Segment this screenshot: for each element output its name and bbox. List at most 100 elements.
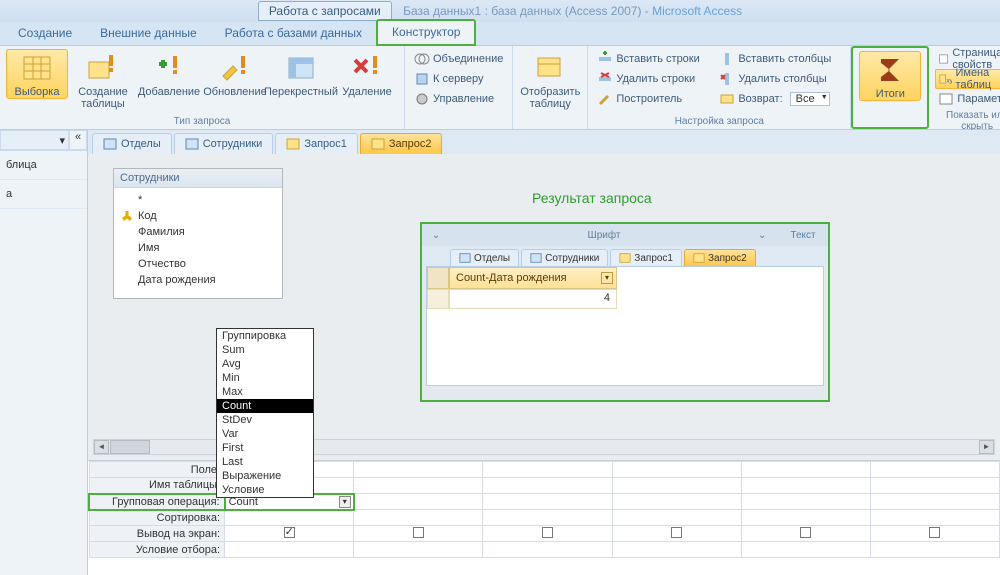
- properties-icon: [938, 51, 949, 67]
- result-cell[interactable]: 4: [449, 289, 617, 309]
- db-name: База данных1 : база данных (Access 2007)…: [403, 4, 649, 18]
- ribbon-tabs: Создание Внешние данные Работа с базами …: [0, 22, 1000, 46]
- show-checkbox[interactable]: [284, 527, 295, 538]
- ribbon: Выборка Создание таблицы Добавление Обно…: [0, 46, 1000, 130]
- chevron-down-icon[interactable]: ▾: [339, 496, 351, 508]
- property-sheet-button[interactable]: Страница свойств: [935, 49, 1000, 69]
- navigation-pane[interactable]: ▾« блица а: [0, 130, 88, 575]
- insert-col-icon: [719, 51, 735, 67]
- passthrough-button[interactable]: К серверу: [411, 69, 506, 89]
- field-otchestvo[interactable]: Отчество: [120, 256, 276, 272]
- group-label-querytype: Тип запроса: [6, 115, 398, 127]
- plus-exclaim-icon: [153, 52, 185, 84]
- select-query-button[interactable]: Выборка: [6, 49, 68, 99]
- nav-dropdown[interactable]: ▾: [0, 130, 69, 150]
- insert-cols-button[interactable]: Вставить столбцы: [716, 49, 844, 69]
- delete-exclaim-icon: [351, 52, 383, 84]
- r-tab-otdely[interactable]: Отделы: [450, 249, 519, 266]
- sigma-icon: [874, 54, 906, 86]
- group-label-querysetup: Настройка запроса: [594, 115, 844, 127]
- result-column-header[interactable]: Count-Дата рождения▾: [449, 267, 617, 289]
- append-button[interactable]: Добавление: [138, 49, 200, 99]
- crosstab-button[interactable]: Перекрестный: [270, 49, 332, 99]
- svg-text:xyz: xyz: [947, 77, 953, 84]
- nav-item[interactable]: а: [0, 180, 87, 209]
- result-window: ⌄Шрифт⌄Текст Отделы Сотрудники Запрос1 З…: [420, 222, 830, 402]
- field-star[interactable]: *: [120, 192, 276, 208]
- tab-dbtools[interactable]: Работа с базами данных: [211, 22, 376, 45]
- union-button[interactable]: Объединение: [411, 49, 506, 69]
- agg-option[interactable]: Avg: [217, 357, 313, 371]
- r-tab-z1[interactable]: Запрос1: [610, 249, 682, 266]
- row-table-label: Имя таблицы:: [89, 478, 225, 494]
- names-icon: xyz: [939, 71, 952, 87]
- return-icon: [719, 91, 735, 107]
- return-button[interactable]: Возврат:Все▼: [716, 89, 844, 109]
- agg-option[interactable]: First: [217, 441, 313, 455]
- r-tab-z2[interactable]: Запрос2: [684, 249, 756, 266]
- agg-option[interactable]: Min: [217, 371, 313, 385]
- r-tab-sotr[interactable]: Сотрудники: [521, 249, 608, 266]
- parameters-button[interactable]: Параметры: [935, 89, 1000, 109]
- aggregate-dropdown-list[interactable]: Группировка Sum Avg Min Max Count StDev …: [216, 328, 314, 498]
- agg-option-selected[interactable]: Count: [217, 399, 313, 413]
- totals-button[interactable]: Итоги: [859, 51, 921, 101]
- row-field-label: Поле:: [89, 462, 225, 478]
- delete-cols-button[interactable]: Удалить столбцы: [716, 69, 844, 89]
- delete-col-icon: [719, 71, 735, 87]
- field-imya[interactable]: Имя: [120, 240, 276, 256]
- agg-option[interactable]: Группировка: [217, 329, 313, 343]
- table-icon: [185, 137, 199, 151]
- maketable-button[interactable]: Создание таблицы: [72, 49, 134, 111]
- agg-option[interactable]: Условие: [217, 483, 313, 497]
- table-icon: [103, 137, 117, 151]
- field-familia[interactable]: Фамилия: [120, 224, 276, 240]
- row-show-label: Вывод на экран:: [89, 526, 225, 542]
- insert-rows-button[interactable]: Вставить строки: [594, 49, 712, 69]
- crosstab-icon: [285, 52, 317, 84]
- nav-item[interactable]: блица: [0, 151, 87, 180]
- tab-design[interactable]: Конструктор: [376, 19, 476, 46]
- delete-row-icon: [597, 71, 613, 87]
- row-sort-label: Сортировка:: [89, 510, 225, 526]
- document-tabs: Отделы Сотрудники Запрос1 Запрос2: [88, 130, 1000, 154]
- delete-rows-button[interactable]: Удалить строки: [594, 69, 712, 89]
- show-checkbox[interactable]: [800, 527, 811, 538]
- agg-option[interactable]: Var: [217, 427, 313, 441]
- field-kod[interactable]: Код: [120, 208, 276, 224]
- union-icon: [414, 51, 430, 67]
- delete-button[interactable]: Удаление: [336, 49, 398, 99]
- agg-option[interactable]: Last: [217, 455, 313, 469]
- tab-zapros2[interactable]: Запрос2: [360, 133, 443, 154]
- tab-otdely[interactable]: Отделы: [92, 133, 172, 154]
- tab-zapros1[interactable]: Запрос1: [275, 133, 358, 154]
- tab-external[interactable]: Внешние данные: [86, 22, 211, 45]
- show-checkbox[interactable]: [929, 527, 940, 538]
- insert-row-icon: [597, 51, 613, 67]
- show-table-button[interactable]: Отобразить таблицу: [519, 49, 581, 111]
- query-icon: [371, 137, 385, 151]
- show-checkbox[interactable]: [542, 527, 553, 538]
- tab-create[interactable]: Создание: [4, 22, 86, 45]
- tab-sotrudniki[interactable]: Сотрудники: [174, 133, 274, 154]
- nav-collapse[interactable]: «: [69, 130, 87, 150]
- app-name: Microsoft Access: [652, 4, 742, 18]
- table-exclaim-icon: [87, 52, 119, 84]
- update-button[interactable]: Обновление: [204, 49, 266, 99]
- table-sotrudniki-box[interactable]: Сотрудники * Код Фамилия Имя Отчество Да…: [113, 168, 283, 299]
- show-checkbox[interactable]: [413, 527, 424, 538]
- datadef-button[interactable]: Управление: [411, 89, 506, 109]
- show-checkbox[interactable]: [671, 527, 682, 538]
- agg-option[interactable]: Sum: [217, 343, 313, 357]
- row-criteria-label: Условие отбора:: [89, 542, 225, 558]
- field-data[interactable]: Дата рождения: [120, 272, 276, 288]
- agg-option[interactable]: StDev: [217, 413, 313, 427]
- query-design-area[interactable]: Сотрудники * Код Фамилия Имя Отчество Да…: [88, 154, 1000, 575]
- builder-button[interactable]: Построитель: [594, 89, 712, 109]
- agg-option[interactable]: Выражение: [217, 469, 313, 483]
- agg-option[interactable]: Max: [217, 385, 313, 399]
- contextual-tab: Работа с запросами: [258, 1, 392, 21]
- showtable-icon: [534, 52, 566, 84]
- table-names-button[interactable]: xyzИмена таблиц: [935, 69, 1000, 89]
- group-label-showhide: Показать или скрыть: [935, 109, 1000, 132]
